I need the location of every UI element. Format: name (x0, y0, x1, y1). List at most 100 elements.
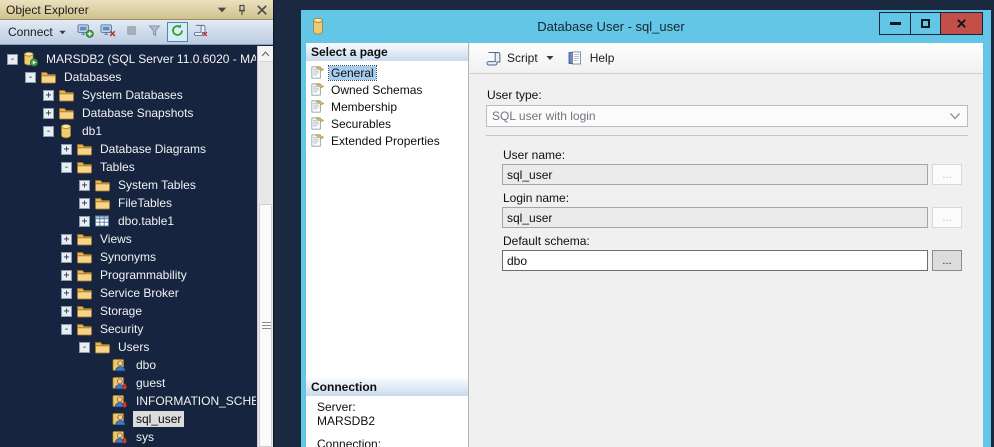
window-position-icon[interactable] (216, 4, 228, 16)
tree-item-dbo[interactable]: -dbo (1, 356, 256, 374)
tree-item-databases[interactable]: - Databases (1, 68, 256, 86)
filter-button[interactable] (144, 22, 165, 42)
table-icon (94, 213, 110, 229)
tree-item-marsdb2-sql-server-11-0-6020-marsd[interactable]: - MARSDB2 (SQL Server 11.0.6020 - MARSD (1, 50, 256, 68)
folder-icon (76, 249, 92, 265)
folder-icon (58, 87, 74, 103)
close-button[interactable] (940, 13, 982, 34)
user-icon (112, 357, 128, 373)
tree-item-guest[interactable]: -guest (1, 374, 256, 392)
page-item-extended-properties[interactable]: Extended Properties (306, 132, 468, 149)
expand-icon[interactable]: + (61, 252, 72, 263)
tree-item-sys[interactable]: -sys (1, 428, 256, 446)
tree-item-sql-user[interactable]: -sql_user (1, 410, 256, 428)
tree-item-information-schem[interactable]: -INFORMATION_SCHEM (1, 392, 256, 410)
maximize-button[interactable] (910, 13, 940, 34)
disconnect-server-icon (100, 23, 117, 41)
close-icon[interactable] (256, 4, 268, 16)
tree-item-tables[interactable]: - Tables (1, 158, 256, 176)
scroll-icon (484, 50, 502, 66)
collapse-icon[interactable]: - (79, 342, 90, 353)
page-item-membership[interactable]: Membership (306, 98, 468, 115)
login-name-input[interactable] (502, 207, 928, 228)
expand-icon[interactable]: + (61, 144, 72, 155)
dialog-body: Select a page GeneralOwned SchemasMember… (306, 43, 983, 447)
tree-item-label: Tables (97, 159, 138, 175)
server-value: MARSDB2 (317, 414, 466, 428)
user-name-input[interactable] (502, 164, 928, 185)
tree-item-views[interactable]: + Views (1, 230, 256, 248)
select-a-page-header: Select a page (306, 43, 468, 61)
connect-button[interactable]: Connect (5, 23, 72, 41)
script-button[interactable]: Script (478, 47, 561, 69)
scrollbar-thumb[interactable] (259, 204, 272, 447)
login-name-label: Login name: (503, 191, 569, 205)
tree-item-system-databases[interactable]: +System Databases (1, 86, 256, 104)
folder-icon (76, 267, 92, 283)
collapse-icon[interactable]: - (43, 126, 54, 137)
expand-icon[interactable]: + (43, 108, 54, 119)
expand-icon[interactable]: + (79, 180, 90, 191)
page-item-general[interactable]: General (306, 64, 468, 81)
general-page-form: User type: SQL user with login User name… (470, 74, 983, 447)
expand-icon[interactable]: + (43, 90, 54, 101)
collapse-icon[interactable]: - (61, 324, 72, 335)
connect-server-button[interactable] (75, 22, 96, 42)
tree-item-synonyms[interactable]: +Synonyms (1, 248, 256, 266)
server-label: Server: (317, 400, 466, 414)
minimize-button[interactable] (880, 13, 910, 34)
user-icon (112, 411, 128, 427)
tree-item-service-broker[interactable]: +Service Broker (1, 284, 256, 302)
tree-item-users[interactable]: -Users (1, 338, 256, 356)
tree-item-label: Database Snapshots (79, 105, 196, 121)
chevron-down-icon[interactable] (545, 53, 555, 63)
user-disabled-icon (112, 375, 128, 391)
tree-item-label: dbo (133, 357, 159, 373)
tree-item-system-tables[interactable]: +System Tables (1, 176, 256, 194)
user-type-dropdown[interactable]: SQL user with login (486, 105, 968, 127)
filter-icon (146, 23, 163, 41)
tree-item-filetables[interactable]: +FileTables (1, 194, 256, 212)
expand-icon[interactable]: + (79, 198, 90, 209)
collapse-icon[interactable]: - (25, 72, 36, 83)
tree-item-label: Views (97, 231, 135, 247)
expand-icon[interactable]: + (61, 270, 72, 281)
scroll-up-button[interactable] (258, 46, 273, 62)
application-window: Object Explorer Connect -MARSDB2 (SQL Se… (0, 0, 994, 447)
tree-scrollbar[interactable] (257, 46, 273, 447)
stop-button[interactable] (121, 22, 142, 42)
refresh-button[interactable] (167, 22, 188, 42)
tree-item-dbo-table1[interactable]: +dbo.table1 (1, 212, 256, 230)
dialog-titlebar[interactable]: Database User - sql_user (301, 10, 991, 43)
pin-icon[interactable] (236, 4, 248, 16)
tree-item-security[interactable]: -Security (1, 320, 256, 338)
default-schema-browse-button[interactable]: ... (932, 250, 962, 271)
tree-item-programmability[interactable]: +Programmability (1, 266, 256, 284)
connection-label: Connection: (317, 437, 466, 447)
tree-item-storage[interactable]: +Storage (1, 302, 256, 320)
tree-item-database-snapshots[interactable]: + Database Snapshots (1, 104, 256, 122)
expand-icon[interactable]: + (61, 306, 72, 317)
page-icon (310, 99, 325, 114)
folder-icon (76, 285, 92, 301)
help-button[interactable]: Help (561, 47, 621, 69)
database-user-dialog: Database User - sql_user Select a page G… (301, 10, 991, 447)
expand-icon[interactable]: + (61, 234, 72, 245)
expand-icon[interactable]: + (61, 288, 72, 299)
connect-server-icon (77, 23, 94, 41)
disconnect-server-button[interactable] (98, 22, 119, 42)
tree-item-label: Databases (61, 69, 124, 85)
folder-icon (94, 339, 110, 355)
tree-item-db1[interactable]: -db1 (1, 122, 256, 140)
expand-icon[interactable]: + (79, 216, 90, 227)
script-error-button[interactable] (190, 22, 211, 42)
collapse-icon[interactable]: - (61, 162, 72, 173)
collapse-icon[interactable]: - (7, 54, 18, 65)
page-item-securables[interactable]: Securables (306, 115, 468, 132)
object-explorer-titlebar: Object Explorer (0, 0, 273, 20)
page-item-owned-schemas[interactable]: Owned Schemas (306, 81, 468, 98)
tree-item-database-diagrams[interactable]: +Database Diagrams (1, 140, 256, 158)
tree-item-label: MARSDB2 (SQL Server 11.0.6020 - MARSD (43, 51, 256, 67)
default-schema-input[interactable] (502, 250, 928, 271)
user-disabled-icon (112, 393, 128, 409)
